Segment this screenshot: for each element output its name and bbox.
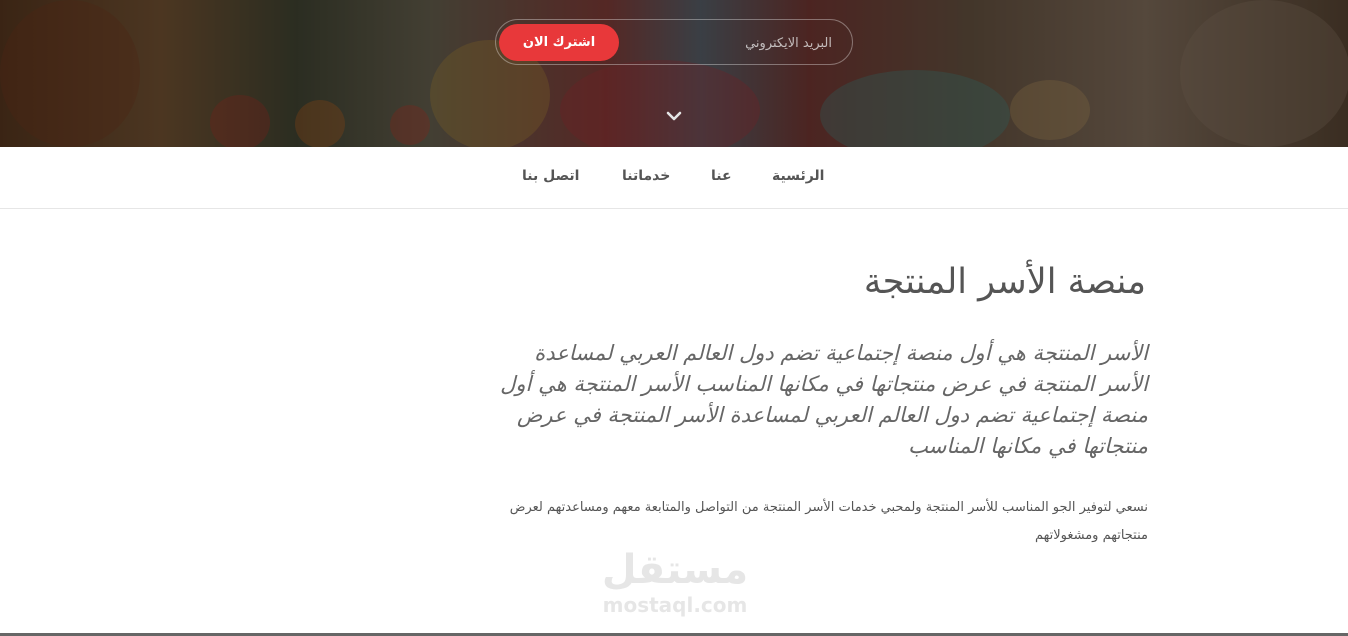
subscribe-button[interactable]: اشترك الان bbox=[499, 24, 619, 61]
body-paragraph: نسعي لتوفير الجو المناسب للأسر المنتجة و… bbox=[509, 500, 1148, 543]
page-title: منصة الأسر المنتجة bbox=[863, 262, 1146, 302]
subscribe-form: اشترك الان bbox=[495, 19, 853, 65]
lead-paragraph: الأسر المنتجة هي أول منصة إجتماعية تضم د… bbox=[500, 341, 1148, 458]
email-field[interactable] bbox=[630, 29, 834, 57]
watermark-arabic: مستقل bbox=[601, 547, 749, 593]
nav-item-contact[interactable]: اتصل بنا bbox=[522, 168, 579, 184]
nav-item-services[interactable]: خدماتنا bbox=[622, 168, 670, 184]
chevron-down-icon[interactable] bbox=[664, 106, 684, 126]
hero-banner: اشترك الان bbox=[0, 0, 1348, 147]
main-navigation: الرئسية عنا خدماتنا اتصل بنا bbox=[0, 147, 1348, 209]
watermark-latin: mostaql.com bbox=[602, 593, 748, 617]
watermark-logo: مستقل mostaql.com bbox=[590, 547, 760, 625]
nav-item-about[interactable]: عنا bbox=[711, 168, 732, 184]
nav-item-home[interactable]: الرئسية bbox=[772, 168, 824, 184]
chevron-down-icon-glyph bbox=[666, 111, 682, 121]
